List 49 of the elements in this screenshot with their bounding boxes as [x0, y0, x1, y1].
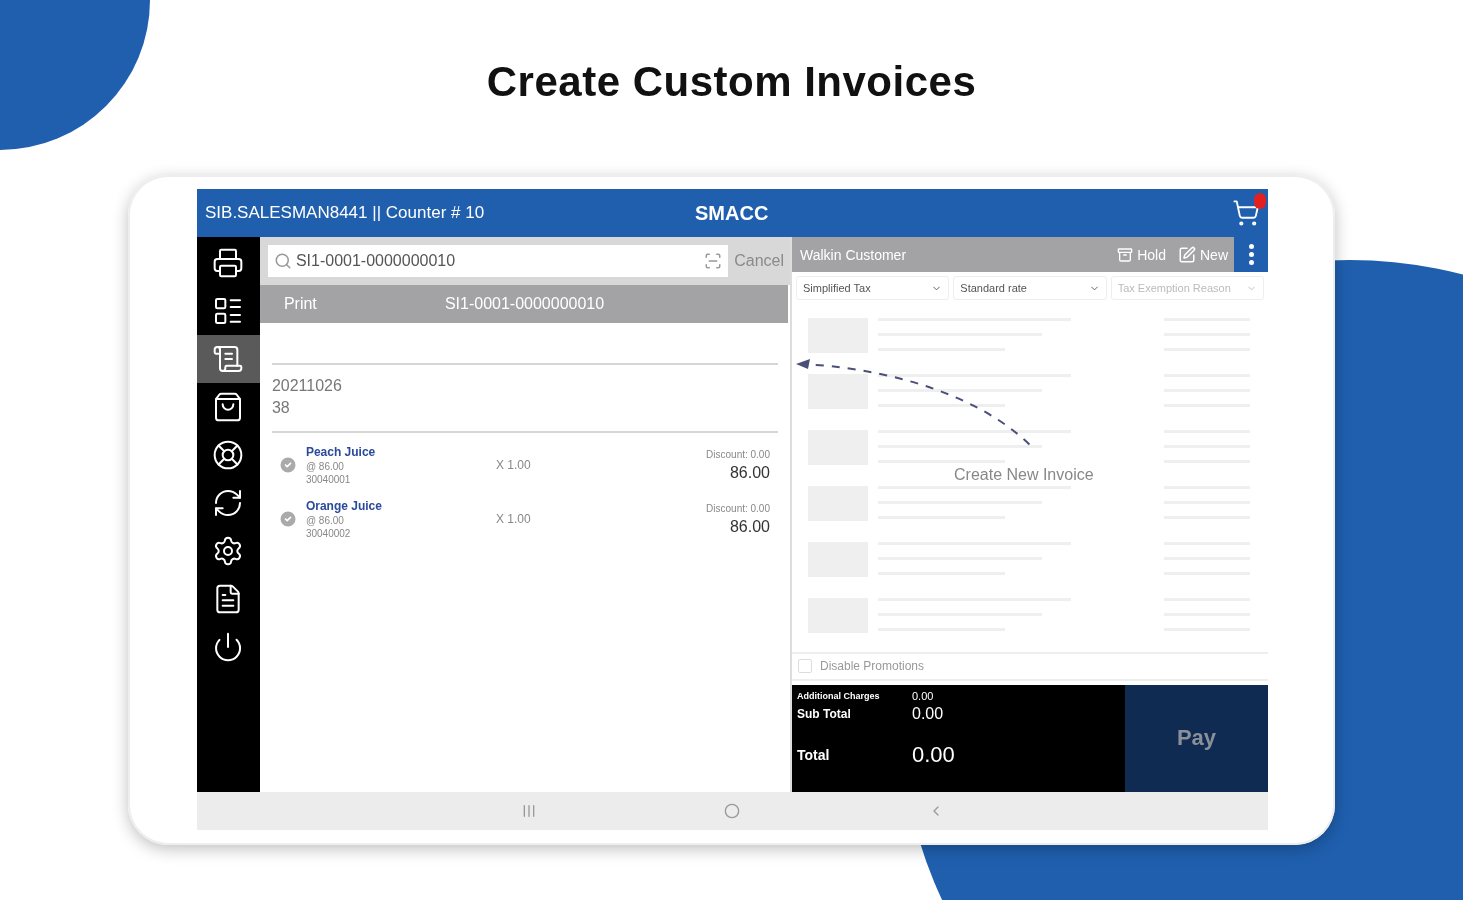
- archive-icon: [1117, 246, 1134, 263]
- search-field[interactable]: SI1-0001-0000000010: [267, 245, 729, 277]
- item-quantity: X 1.00: [495, 458, 532, 472]
- cancel-button[interactable]: Cancel: [734, 252, 784, 270]
- item-discount: Discount: 0.00: [706, 448, 770, 460]
- search-icon: [273, 252, 292, 270]
- page-title: Create Custom Invoices: [486, 58, 977, 107]
- invoice-count: 38: [271, 398, 291, 418]
- additional-charges-value: 0.00: [912, 689, 935, 702]
- item-amount: 86.00: [729, 517, 770, 536]
- check-icon[interactable]: [277, 455, 298, 475]
- total-label: Total: [797, 747, 831, 764]
- promotions-label: Disable Promotions: [820, 659, 925, 674]
- lifebuoy-icon: [212, 439, 245, 471]
- user-counter-label: SIB.SALESMAN8441 || Counter # 10: [205, 203, 486, 223]
- item-code: 30040001: [305, 474, 352, 485]
- invoice-date: 20211026: [271, 376, 343, 396]
- hold-button[interactable]: Hold: [1111, 246, 1172, 263]
- item-code: 30040002: [305, 528, 352, 539]
- cart-icon[interactable]: [1232, 199, 1260, 227]
- subtotal-value: 0.00: [912, 704, 945, 723]
- kebab-icon: [1248, 244, 1254, 265]
- item-discount: Discount: 0.00: [706, 502, 770, 514]
- pen-icon: [1178, 245, 1196, 264]
- new-button[interactable]: New: [1172, 245, 1234, 264]
- total-value: 0.00: [912, 742, 956, 769]
- cart-badge-icon: [1254, 193, 1266, 209]
- dropdown-field[interactable]: Standard rate: [953, 276, 1107, 300]
- item-name[interactable]: Orange Juice: [305, 499, 496, 513]
- dropdown-field[interactable]: Simplified Tax: [796, 276, 950, 300]
- check-icon[interactable]: [277, 509, 298, 529]
- print-button[interactable]: Print: [259, 294, 445, 314]
- item-price: @ 86.00: [305, 515, 345, 526]
- pay-button[interactable]: Pay: [1125, 684, 1268, 792]
- promotions-checkbox[interactable]: [798, 659, 812, 674]
- item-amount: 86.00: [729, 463, 770, 482]
- item-name[interactable]: Peach Juice: [305, 445, 496, 459]
- printer-icon: [212, 247, 245, 279]
- invoice-number: SI1-0001-0000000010: [444, 295, 605, 313]
- receipt-icon: [212, 343, 245, 375]
- customer-name: Walkin Customer: [799, 246, 908, 263]
- item-price: @ 86.00: [305, 461, 345, 472]
- brand-name: SMACC: [695, 201, 770, 225]
- scan-icon[interactable]: [704, 252, 723, 270]
- more-button[interactable]: [1234, 237, 1268, 272]
- additional-charges-label: Additional Charges: [797, 690, 881, 701]
- item-quantity: X 1.00: [495, 512, 532, 526]
- subtotal-label: Sub Total: [797, 706, 852, 721]
- sidebar-item[interactable]: [197, 335, 260, 383]
